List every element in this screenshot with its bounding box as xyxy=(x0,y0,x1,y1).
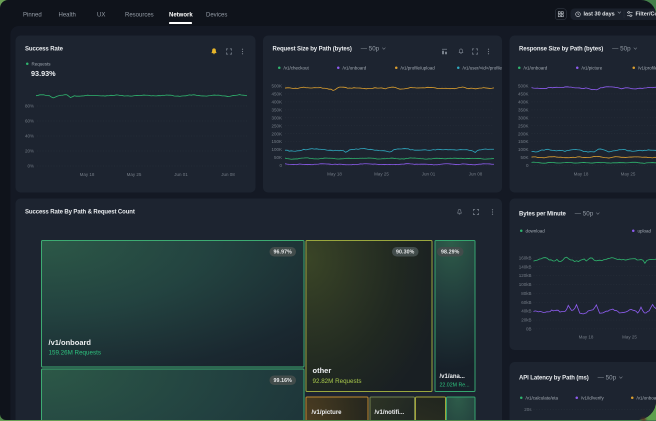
svg-text:60%: 60% xyxy=(25,119,34,124)
svg-text:May 25: May 25 xyxy=(622,335,637,340)
svg-text:150K: 150K xyxy=(518,139,529,144)
svg-text:May 25: May 25 xyxy=(374,172,389,177)
svg-text:100kB: 100kB xyxy=(519,282,532,287)
svg-text:Jun 08: Jun 08 xyxy=(221,172,235,177)
svg-text:May 18: May 18 xyxy=(80,172,95,177)
svg-text:50K: 50K xyxy=(520,155,528,160)
svg-text:May 25: May 25 xyxy=(127,172,142,177)
svg-text:0B: 0B xyxy=(526,326,532,331)
svg-text:Jun 01: Jun 01 xyxy=(174,172,188,177)
svg-text:80%: 80% xyxy=(25,104,34,109)
svg-text:20kB: 20kB xyxy=(521,318,531,323)
svg-text:40kB: 40kB xyxy=(521,309,531,314)
svg-text:450K: 450K xyxy=(518,91,529,96)
svg-text:400K: 400K xyxy=(518,99,529,104)
svg-text:May 18: May 18 xyxy=(327,172,342,177)
svg-text:60kB: 60kB xyxy=(521,300,531,305)
svg-text:500K: 500K xyxy=(518,84,529,89)
svg-text:40%: 40% xyxy=(25,134,34,139)
svg-text:0%: 0% xyxy=(27,164,34,169)
svg-text:150K: 150K xyxy=(271,139,282,144)
svg-text:0: 0 xyxy=(279,163,282,168)
svg-text:100K: 100K xyxy=(518,147,529,152)
svg-text:50K: 50K xyxy=(274,155,282,160)
svg-text:Jun 08: Jun 08 xyxy=(469,172,483,177)
svg-text:140kB: 140kB xyxy=(519,264,532,269)
svg-text:450K: 450K xyxy=(271,91,282,96)
svg-text:200K: 200K xyxy=(518,131,529,136)
svg-text:Jun 01: Jun 01 xyxy=(422,172,436,177)
svg-text:200K: 200K xyxy=(271,131,282,136)
svg-text:400K: 400K xyxy=(271,99,282,104)
svg-text:160kB: 160kB xyxy=(519,255,532,260)
svg-text:100K: 100K xyxy=(271,147,282,152)
svg-text:80kB: 80kB xyxy=(521,291,531,296)
svg-text:250K: 250K xyxy=(271,123,282,128)
svg-text:350K: 350K xyxy=(271,107,282,112)
svg-text:500K: 500K xyxy=(271,84,282,89)
svg-text:May 25: May 25 xyxy=(621,172,636,177)
svg-text:20s: 20s xyxy=(524,407,532,412)
svg-text:350K: 350K xyxy=(518,107,529,112)
svg-text:120kB: 120kB xyxy=(519,273,532,278)
svg-text:300K: 300K xyxy=(518,115,529,120)
svg-text:May 18: May 18 xyxy=(574,172,589,177)
svg-text:May 18: May 18 xyxy=(579,335,594,340)
svg-text:0: 0 xyxy=(526,163,529,168)
svg-text:300K: 300K xyxy=(271,115,282,120)
svg-text:20%: 20% xyxy=(25,149,34,154)
svg-text:250K: 250K xyxy=(518,123,529,128)
